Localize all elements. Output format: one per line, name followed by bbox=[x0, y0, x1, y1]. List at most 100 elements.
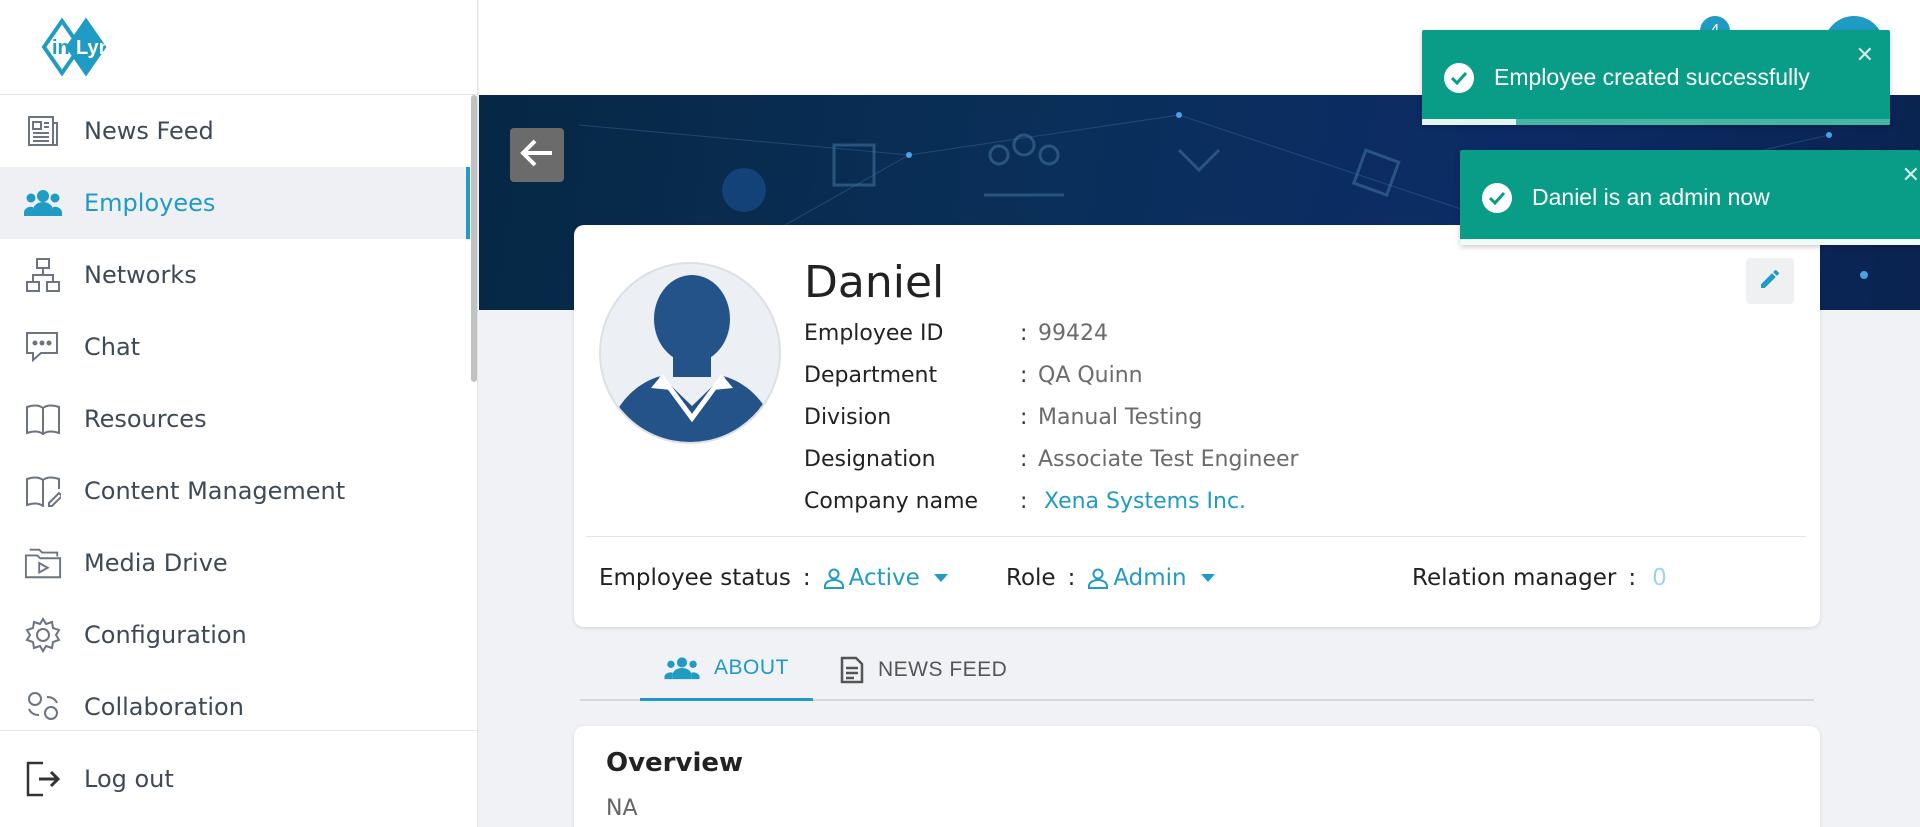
toast-employee-created: Employee created successfully ✕ bbox=[1422, 30, 1890, 125]
field-separator: : bbox=[802, 565, 811, 591]
field-value: 99424 bbox=[1038, 321, 1108, 346]
close-icon[interactable]: ✕ bbox=[1856, 42, 1874, 68]
sidebar-item-employees[interactable]: Employees bbox=[0, 167, 470, 239]
sidebar-item-networks[interactable]: Networks bbox=[0, 239, 470, 311]
field-value: Associate Test Engineer bbox=[1038, 447, 1299, 472]
logo-area: in Lynk bbox=[0, 0, 477, 95]
field-separator: : bbox=[1020, 405, 1028, 430]
svg-text:in: in bbox=[52, 37, 70, 59]
content-management-icon bbox=[24, 472, 62, 510]
toast-progress-track bbox=[1460, 239, 1920, 245]
employee-name: Daniel bbox=[804, 257, 945, 308]
toast-message: Daniel is an admin now bbox=[1532, 184, 1770, 210]
networks-icon bbox=[24, 256, 62, 294]
sidebar-item-label: Media Drive bbox=[84, 549, 228, 577]
sidebar-item-label: Content Management bbox=[84, 477, 346, 505]
employee-status-label: Employee status bbox=[599, 565, 791, 591]
close-icon[interactable]: ✕ bbox=[1902, 162, 1920, 188]
role: Role : Admin bbox=[1006, 565, 1215, 591]
relation-manager-count[interactable]: 0 bbox=[1652, 565, 1667, 591]
field-label: Department bbox=[804, 363, 938, 388]
chevron-down-icon bbox=[1200, 574, 1215, 582]
tab-about[interactable]: ABOUT bbox=[640, 638, 813, 701]
sidebar-item-content-management[interactable]: Content Management bbox=[0, 455, 470, 527]
info-row-company-name: Company name : Xena Systems Inc. bbox=[804, 489, 1246, 514]
check-circle-icon bbox=[1482, 182, 1512, 213]
document-icon bbox=[840, 656, 864, 684]
relation-manager: Relation manager : 0 bbox=[1412, 565, 1667, 591]
sidebar-item-label: Configuration bbox=[84, 621, 247, 649]
toast-progress-bar bbox=[1422, 119, 1516, 125]
profile-card: Daniel Employee ID : 99424 Department : … bbox=[574, 225, 1820, 627]
sidebar-item-label: Collaboration bbox=[84, 693, 244, 721]
field-value: Manual Testing bbox=[1038, 405, 1203, 430]
sidebar-item-label: Networks bbox=[84, 261, 197, 289]
gear-icon bbox=[24, 616, 62, 654]
collaboration-icon bbox=[24, 688, 62, 726]
overview-card: Overview NA bbox=[574, 726, 1820, 827]
media-drive-icon bbox=[24, 544, 62, 582]
employee-status-value: Active bbox=[848, 565, 920, 591]
edit-profile-button[interactable] bbox=[1746, 258, 1794, 304]
info-row-division: Division : Manual Testing bbox=[804, 405, 1202, 430]
employees-icon bbox=[24, 184, 62, 222]
card-divider bbox=[586, 536, 1806, 537]
sidebar-item-label: Employees bbox=[84, 189, 216, 217]
role-value: Admin bbox=[1113, 565, 1187, 591]
pencil-icon bbox=[1758, 267, 1782, 296]
field-separator: : bbox=[1020, 321, 1028, 346]
field-separator: : bbox=[1020, 363, 1028, 388]
field-separator: : bbox=[1020, 489, 1028, 514]
tab-label: NEWS FEED bbox=[878, 657, 1008, 681]
person-icon bbox=[1087, 567, 1109, 589]
sidebar-item-media-drive[interactable]: Media Drive bbox=[0, 527, 470, 599]
logout-label: Log out bbox=[84, 765, 174, 793]
logout-button[interactable]: Log out bbox=[0, 730, 478, 827]
chevron-down-icon bbox=[933, 574, 948, 582]
arrow-left-icon bbox=[520, 138, 554, 173]
field-label: Employee ID bbox=[804, 321, 944, 346]
field-value: QA Quinn bbox=[1038, 363, 1143, 388]
sidebar-item-label: News Feed bbox=[84, 117, 214, 145]
back-button[interactable] bbox=[510, 128, 564, 182]
inlynk-logo[interactable]: in Lynk bbox=[22, 16, 126, 78]
field-label: Company name bbox=[804, 489, 979, 514]
sidebar-item-configuration[interactable]: Configuration bbox=[0, 599, 470, 671]
company-link[interactable]: Xena Systems Inc. bbox=[1044, 489, 1246, 514]
role-dropdown[interactable]: Admin bbox=[1087, 565, 1215, 591]
field-separator: : bbox=[1067, 565, 1076, 591]
info-row-department: Department : QA Quinn bbox=[804, 363, 1143, 388]
news-feed-icon bbox=[24, 112, 62, 150]
toast-message: Employee created successfully bbox=[1494, 64, 1810, 90]
sidebar-item-resources[interactable]: Resources bbox=[0, 383, 470, 455]
chat-icon bbox=[24, 328, 62, 366]
toast-admin-assigned: Daniel is an admin now ✕ bbox=[1460, 150, 1920, 245]
profile-tabs: ABOUT NEWS FEED bbox=[580, 638, 1814, 701]
role-label: Role bbox=[1006, 565, 1056, 591]
sidebar-item-chat[interactable]: Chat bbox=[0, 311, 470, 383]
tab-news-feed[interactable]: NEWS FEED bbox=[816, 638, 1031, 701]
overview-text: NA bbox=[606, 796, 638, 821]
employee-status-dropdown[interactable]: Active bbox=[823, 565, 948, 591]
sidebar-scrollbar[interactable] bbox=[471, 95, 477, 382]
overview-title: Overview bbox=[606, 748, 744, 778]
relation-manager-label: Relation manager bbox=[1412, 565, 1617, 591]
svg-text:Lynk: Lynk bbox=[76, 37, 123, 59]
field-label: Division bbox=[804, 405, 892, 430]
book-icon bbox=[24, 400, 62, 438]
sidebar-item-news-feed[interactable]: News Feed bbox=[0, 95, 470, 167]
info-row-employee-id: Employee ID : 99424 bbox=[804, 321, 1108, 346]
tab-label: ABOUT bbox=[714, 656, 789, 679]
sidebar-item-collaboration[interactable]: Collaboration bbox=[0, 671, 470, 730]
check-circle-icon bbox=[1444, 62, 1474, 93]
sidebar-item-label: Resources bbox=[84, 405, 207, 433]
field-label: Designation bbox=[804, 447, 936, 472]
field-separator: : bbox=[1628, 565, 1637, 591]
sidebar: in Lynk News Feed Employees Networks Cha… bbox=[0, 0, 478, 827]
profile-avatar bbox=[599, 262, 781, 444]
sidebar-nav: News Feed Employees Networks Chat Resour… bbox=[0, 95, 470, 730]
info-row-designation: Designation : Associate Test Engineer bbox=[804, 447, 1299, 472]
sidebar-item-label: Chat bbox=[84, 333, 141, 361]
logout-icon bbox=[24, 760, 62, 798]
person-icon bbox=[823, 567, 845, 589]
